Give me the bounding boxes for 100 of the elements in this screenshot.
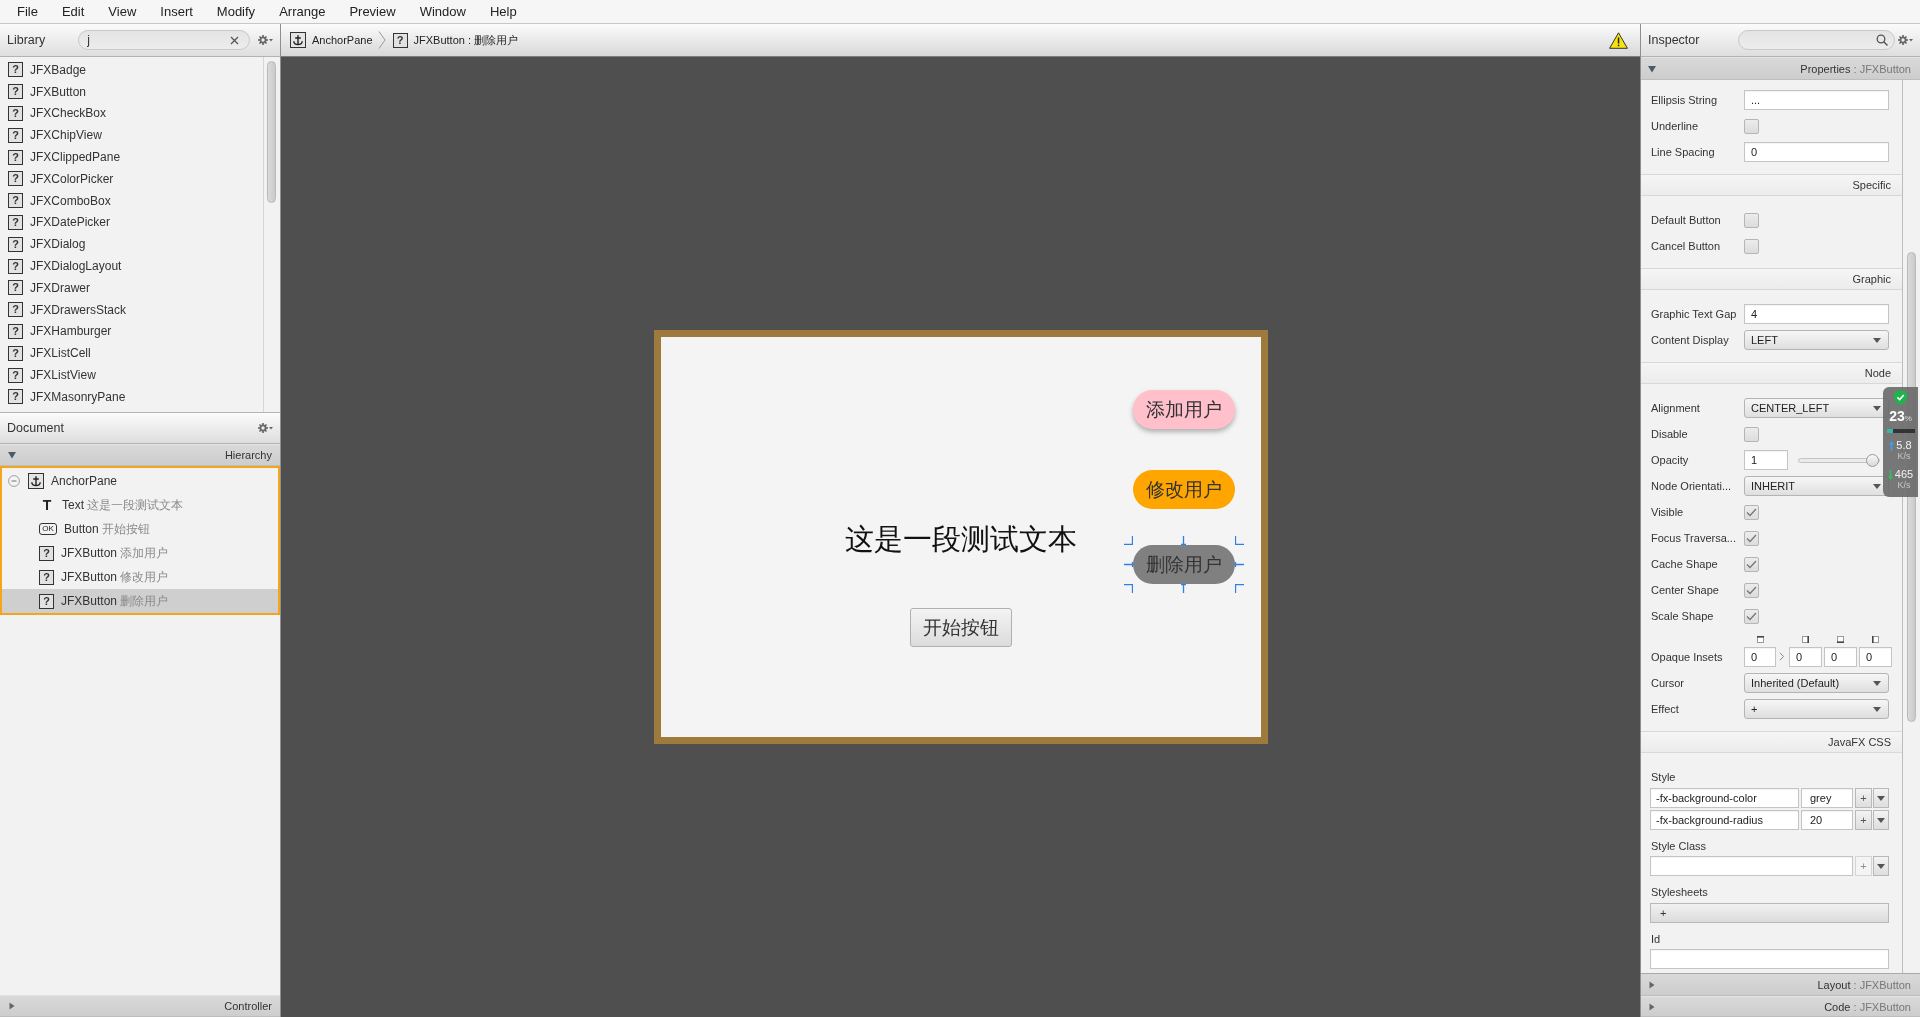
- library-item[interactable]: ? JFXDrawer: [0, 276, 263, 299]
- text-field[interactable]: 1: [1744, 450, 1788, 470]
- checkbox[interactable]: [1744, 608, 1759, 624]
- resize-handle[interactable]: [1123, 536, 1133, 545]
- collapse-toggle-icon[interactable]: [8, 475, 20, 487]
- expanded-triangle-icon[interactable]: [8, 451, 16, 459]
- menu-button[interactable]: [1873, 810, 1889, 830]
- library-item[interactable]: ? JFXListCell: [0, 342, 263, 365]
- text-field[interactable]: -fx-background-radius: [1650, 810, 1799, 830]
- section-header[interactable]: Properties : JFXButton: [1641, 57, 1920, 80]
- menu-item[interactable]: View: [96, 1, 149, 22]
- tree-item[interactable]: T Text 这是一段测试文本: [2, 493, 278, 517]
- canvas-button[interactable]: 添加用户: [1132, 390, 1235, 429]
- settings-icon[interactable]: [258, 423, 274, 433]
- checkbox[interactable]: [1744, 118, 1759, 134]
- section-header[interactable]: Code : JFXButton: [1641, 996, 1920, 1017]
- menu-item[interactable]: Modify: [204, 1, 268, 22]
- library-item[interactable]: ? JFXDatePicker: [0, 211, 263, 234]
- section-header[interactable]: Layout : JFXButton: [1641, 973, 1920, 996]
- add-stylesheet-button[interactable]: +: [1650, 903, 1889, 923]
- library-item[interactable]: ? JFXCheckBox: [0, 102, 263, 125]
- dropdown[interactable]: +: [1744, 699, 1889, 719]
- menu-button[interactable]: [1873, 856, 1889, 876]
- breadcrumb-item[interactable]: AnchorPane: [290, 32, 373, 48]
- library-item[interactable]: ? JFXDialog: [0, 233, 263, 256]
- section-header[interactable]: Hierarchy: [0, 444, 280, 466]
- checkbox[interactable]: [1744, 426, 1759, 442]
- add-button[interactable]: +: [1855, 788, 1872, 808]
- resize-handle[interactable]: [1123, 584, 1133, 593]
- tree-item[interactable]: AnchorPane: [2, 469, 278, 493]
- library-item[interactable]: ? JFXDrawersStack: [0, 298, 263, 321]
- library-item[interactable]: ? JFXClippedPane: [0, 146, 263, 168]
- tree-item[interactable]: ? JFXButton 删除用户: [2, 589, 278, 613]
- collapsed-triangle-icon[interactable]: [1648, 1002, 1656, 1011]
- resize-handle[interactable]: [1179, 536, 1188, 545]
- text-field[interactable]: 0: [1789, 647, 1822, 667]
- dropdown[interactable]: Inherited (Default): [1744, 673, 1889, 693]
- collapsed-triangle-icon[interactable]: [1648, 980, 1656, 989]
- menu-item[interactable]: Help: [477, 1, 529, 22]
- chevron-icon[interactable]: [1779, 652, 1785, 661]
- canvas-button[interactable]: 修改用户: [1132, 470, 1235, 509]
- menu-item[interactable]: Window: [407, 1, 478, 22]
- text-field[interactable]: 20: [1801, 810, 1853, 830]
- search-field[interactable]: [1738, 30, 1896, 50]
- library-item[interactable]: ? JFXDialogLayout: [0, 255, 263, 277]
- checkbox[interactable]: [1744, 504, 1759, 520]
- library-item[interactable]: ? JFXColorPicker: [0, 168, 263, 190]
- text-field[interactable]: 0: [1744, 647, 1776, 667]
- menu-item[interactable]: Insert: [148, 1, 205, 22]
- slider-thumb[interactable]: [1866, 453, 1879, 467]
- tree-item[interactable]: OK Button 开始按钮: [2, 517, 278, 541]
- text-field[interactable]: ...: [1744, 90, 1889, 110]
- canvas-button[interactable]: 开始按钮: [909, 608, 1012, 647]
- expanded-triangle-icon[interactable]: [1648, 64, 1656, 73]
- text-field[interactable]: 0: [1859, 647, 1892, 667]
- menu-button[interactable]: [1873, 788, 1889, 808]
- text-field[interactable]: -fx-background-color: [1650, 788, 1799, 808]
- library-item[interactable]: ? JFXBadge: [0, 59, 263, 81]
- library-item[interactable]: ? JFXMasonryPane: [0, 385, 263, 408]
- menu-item[interactable]: Edit: [49, 1, 97, 22]
- settings-icon[interactable]: [258, 35, 274, 45]
- dropdown[interactable]: LEFT: [1744, 330, 1889, 350]
- checkbox[interactable]: [1744, 582, 1759, 598]
- menu-item[interactable]: File: [5, 1, 50, 22]
- add-button[interactable]: +: [1855, 810, 1872, 830]
- question-mark-icon: ?: [8, 149, 23, 165]
- canvas-text[interactable]: 这是一段测试文本: [844, 521, 1077, 557]
- library-item[interactable]: ? JFXListView: [0, 364, 263, 386]
- section-header[interactable]: Controller: [0, 995, 280, 1017]
- text-field[interactable]: 4: [1744, 304, 1889, 324]
- resize-handle[interactable]: [1234, 536, 1244, 545]
- text-field[interactable]: 0: [1824, 647, 1857, 667]
- scrollbar[interactable]: [267, 61, 276, 203]
- library-item[interactable]: ? JFXChipView: [0, 124, 263, 147]
- resize-handle[interactable]: [1234, 584, 1244, 593]
- menu-item[interactable]: Arrange: [267, 1, 338, 22]
- tree-item[interactable]: ? JFXButton 修改用户: [2, 565, 278, 589]
- search-field[interactable]: j: [78, 30, 251, 50]
- settings-icon[interactable]: [1898, 35, 1914, 45]
- menu-item[interactable]: Preview: [337, 1, 408, 22]
- checkbox[interactable]: [1744, 556, 1759, 572]
- library-item[interactable]: ? JFXButton: [0, 80, 263, 103]
- warning-icon[interactable]: [1609, 31, 1628, 49]
- checkbox[interactable]: [1744, 530, 1759, 546]
- resize-handle[interactable]: [1234, 560, 1244, 569]
- library-item[interactable]: ? JFXComboBox: [0, 189, 263, 212]
- input-field[interactable]: [1650, 949, 1889, 969]
- text-field[interactable]: 0: [1744, 142, 1889, 162]
- checkbox[interactable]: [1744, 238, 1759, 254]
- checkbox[interactable]: [1744, 212, 1759, 228]
- resize-handle[interactable]: [1123, 560, 1133, 569]
- tree-item[interactable]: ? JFXButton 添加用户: [2, 541, 278, 565]
- input-field[interactable]: [1650, 856, 1853, 876]
- collapsed-triangle-icon[interactable]: [8, 1002, 16, 1010]
- resize-handle[interactable]: [1179, 584, 1188, 593]
- property-label: Content Display: [1651, 334, 1730, 346]
- text-field[interactable]: grey: [1801, 788, 1853, 808]
- clear-icon[interactable]: [230, 35, 240, 45]
- library-item[interactable]: ? JFXHamburger: [0, 320, 263, 343]
- breadcrumb-item[interactable]: ? JFXButton : 删除用户: [392, 32, 519, 48]
